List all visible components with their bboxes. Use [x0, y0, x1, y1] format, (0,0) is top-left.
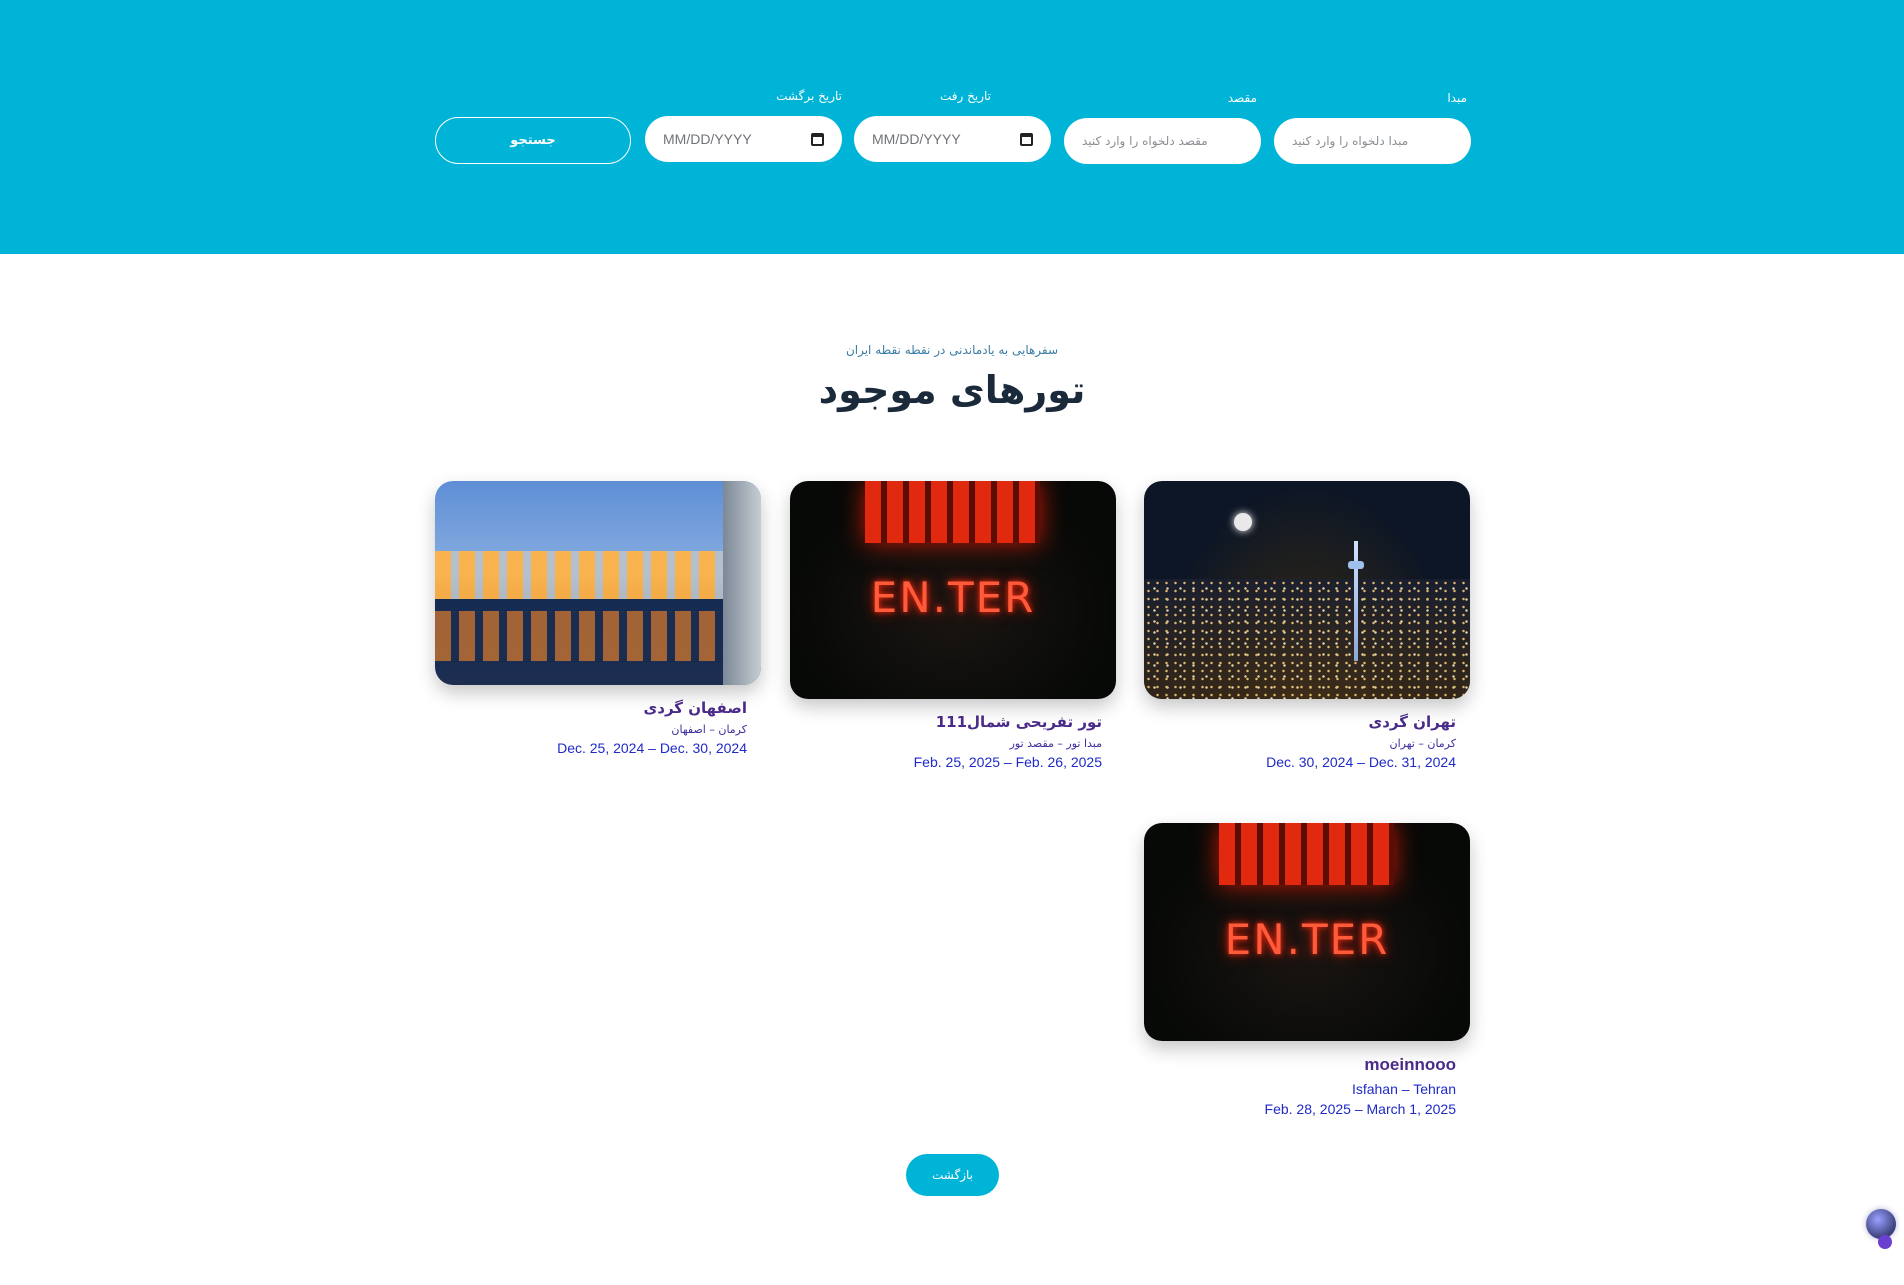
tour-image-isfahan[interactable] — [435, 481, 761, 685]
neon-sign-text: EN.TER — [1224, 915, 1390, 964]
neon-glow — [1219, 823, 1394, 885]
depart-date-group: تاریخ رفت MM/DD/YYYY — [854, 86, 1051, 162]
tour-dates: Feb. 25, 2025 – Feb. 26, 2025 — [913, 754, 1102, 770]
tour-name[interactable]: تور تفریحی شمال111 — [790, 713, 1102, 731]
destination-label: مقصد — [1227, 91, 1257, 105]
destination-field-group: مقصد مقصد دلخواه را وارد کنید — [1064, 88, 1261, 164]
moon — [1234, 513, 1252, 531]
tour-dates: Dec. 25, 2024 – Dec. 30, 2024 — [557, 740, 747, 756]
tour-name[interactable]: moeinnooo — [1144, 1055, 1456, 1075]
depart-date-input[interactable]: MM/DD/YYYY — [854, 116, 1051, 162]
origin-label: مبدا — [1447, 91, 1467, 105]
depart-date-value: MM/DD/YYYY — [872, 131, 961, 147]
search-hero: مبدا مبدا دلخواه را وارد کنید مقصد مقصد … — [0, 0, 1904, 254]
back-button[interactable]: بازگشت — [906, 1154, 999, 1196]
tour-route: مبدا تور – مقصد تور — [1009, 737, 1102, 750]
neon-glow — [865, 481, 1040, 543]
origin-input[interactable]: مبدا دلخواه را وارد کنید — [1274, 118, 1471, 164]
tour-route: کرمان – اصفهان — [671, 723, 747, 736]
return-date-input[interactable]: MM/DD/YYYY — [645, 116, 842, 162]
tour-card[interactable]: تهران گردی کرمان – تهران Dec. 30, 2024 –… — [1144, 481, 1470, 770]
calendar-icon[interactable] — [811, 132, 824, 146]
section-subtitle: سفرهایی به یادماندنی در نقطه نقطه ایران — [845, 343, 1059, 357]
destination-input[interactable]: مقصد دلخواه را وارد کنید — [1064, 118, 1261, 164]
tour-name[interactable]: تهران گردی — [1144, 713, 1456, 731]
tour-card[interactable]: اصفهان گردی کرمان – اصفهان Dec. 25, 2024… — [435, 481, 761, 756]
tour-image-tehran[interactable] — [1144, 481, 1470, 699]
neon-sign-text: EN.TER — [870, 573, 1036, 622]
tour-dates: Feb. 28, 2025 – March 1, 2025 — [1264, 1101, 1456, 1117]
calendar-icon[interactable] — [1020, 132, 1033, 146]
origin-field-group: مبدا مبدا دلخواه را وارد کنید — [1274, 88, 1471, 164]
tour-image-neon[interactable]: EN.TER — [790, 481, 1116, 699]
tour-card[interactable]: EN.TER moeinnooo Isfahan – Tehran Feb. 2… — [1144, 823, 1470, 1117]
search-button[interactable]: جستجو — [435, 117, 631, 164]
city-lights — [1144, 579, 1470, 699]
section-title: تورهای موجود — [818, 368, 1086, 412]
tour-dates: Dec. 30, 2024 – Dec. 31, 2024 — [1266, 754, 1456, 770]
tour-name[interactable]: اصفهان گردی — [435, 699, 748, 717]
tour-route: کرمان – تهران — [1389, 737, 1456, 750]
return-date-label: تاریخ برگشت — [776, 89, 842, 103]
return-date-group: تاریخ برگشت MM/DD/YYYY — [645, 86, 842, 162]
tour-card[interactable]: EN.TER تور تفریحی شمال111 مبدا تور – مقص… — [790, 481, 1116, 770]
bridge-arches — [435, 551, 735, 599]
bridge-tower — [723, 481, 761, 685]
water-reflection — [435, 611, 735, 661]
return-date-value: MM/DD/YYYY — [663, 131, 752, 147]
assistant-badge-icon[interactable] — [1878, 1235, 1892, 1249]
tour-image-neon[interactable]: EN.TER — [1144, 823, 1470, 1041]
depart-date-label: تاریخ رفت — [939, 89, 991, 103]
tour-route: Isfahan – Tehran — [1351, 1081, 1456, 1097]
milad-tower — [1348, 541, 1364, 661]
assistant-widget-icon[interactable] — [1866, 1209, 1896, 1239]
